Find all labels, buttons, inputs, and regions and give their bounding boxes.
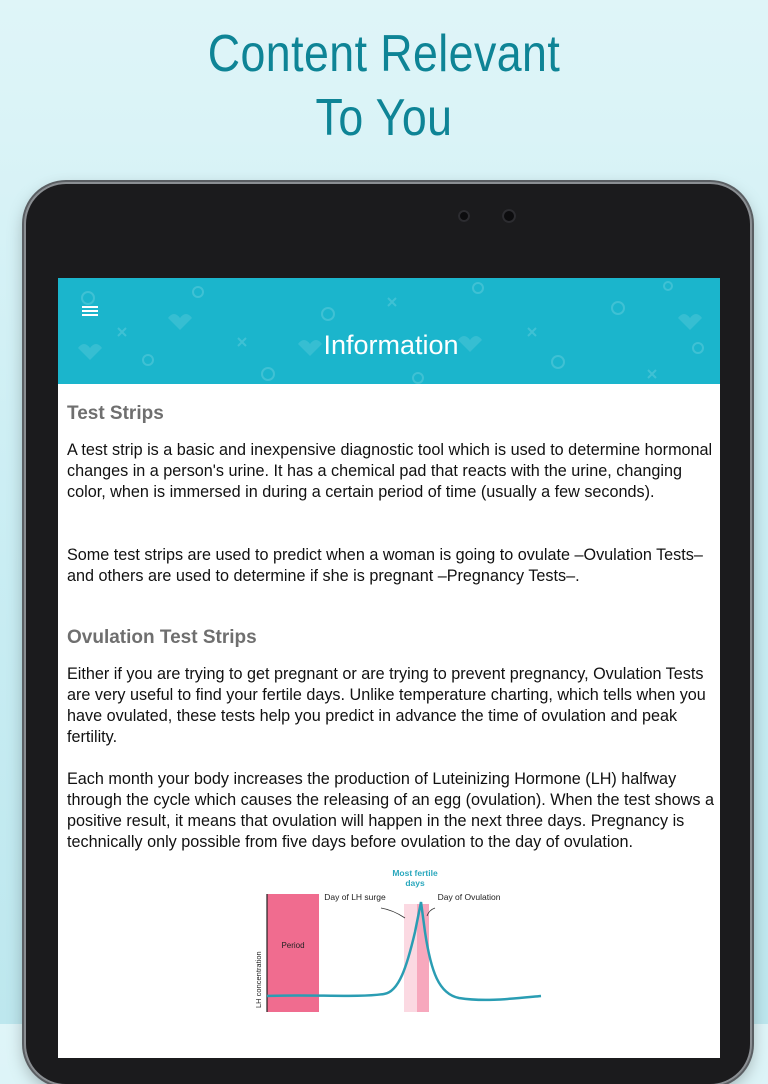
ovulation-day-label: Day of Ovulation — [438, 892, 501, 902]
paragraph: A test strip is a basic and inexpensive … — [67, 441, 713, 501]
front-camera-icon — [502, 209, 516, 223]
app-bar: Information — [58, 278, 720, 384]
lh-surge-diagram: Most fertile days Day of LH surge Day of… — [254, 868, 542, 1012]
app-screen: Information Test Strips A test strip is … — [58, 278, 720, 1058]
tablet-frame: Information Test Strips A test strip is … — [26, 184, 750, 1084]
period-label: Period — [281, 941, 304, 950]
fertile-window-band — [404, 904, 417, 1012]
app-bar-title: Information — [323, 330, 459, 360]
paragraph: Either if you are trying to get pregnant… — [67, 665, 706, 746]
paragraph: Each month your body increases the produ… — [67, 770, 714, 851]
section-title-test-strips: Test Strips — [67, 403, 164, 424]
hamburger-menu-icon[interactable] — [82, 304, 102, 318]
lh-surge-label: Day of LH surge — [324, 892, 386, 902]
most-fertile-label: Most fertile — [392, 868, 438, 878]
paragraph: Some test strips are used to predict whe… — [67, 546, 703, 585]
camera-sensor-icon — [458, 210, 470, 222]
y-axis-label: LH concentration — [254, 951, 263, 1008]
promo-headline: Content Relevant To You — [54, 22, 714, 150]
section-title-ovulation-test-strips: Ovulation Test Strips — [67, 627, 257, 648]
lh-surge-pointer — [380, 907, 406, 919]
promo-headline-line1: Content Relevant — [207, 25, 561, 83]
promo-headline-line2: To You — [315, 89, 453, 147]
most-fertile-days-label: days — [405, 878, 425, 888]
